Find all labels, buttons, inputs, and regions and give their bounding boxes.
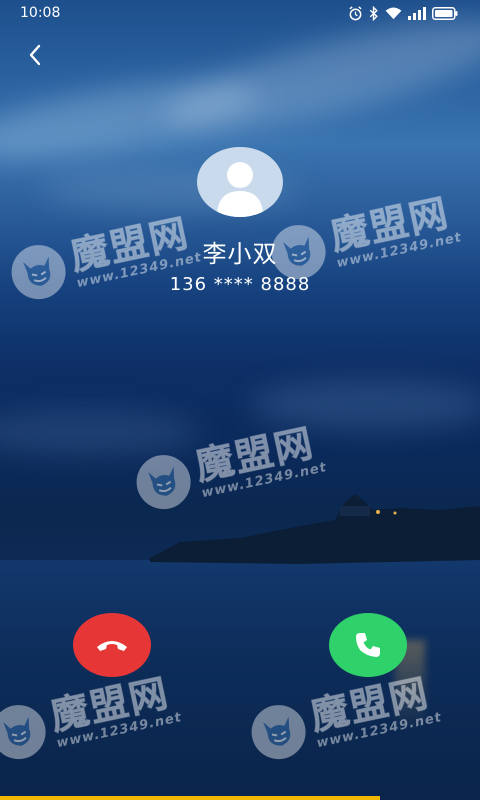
incoming-call-screen: 魔盟网 www.12349.net 魔盟网 www.12349.net 魔盟网 … xyxy=(0,0,480,800)
back-button[interactable] xyxy=(20,40,50,70)
signal-icon xyxy=(408,7,426,20)
battery-icon xyxy=(432,7,458,20)
background-cloud xyxy=(250,380,480,430)
background-cloud xyxy=(0,410,200,455)
answer-call-button[interactable] xyxy=(329,613,407,677)
decline-call-button[interactable] xyxy=(73,613,151,677)
status-time: 10:08 xyxy=(20,5,61,21)
background-coastline xyxy=(150,494,480,564)
caller-name: 李小双 xyxy=(202,240,278,268)
caller-number: 136 **** 8888 xyxy=(169,274,311,295)
status-icons xyxy=(348,6,458,21)
person-silhouette-icon xyxy=(217,162,263,217)
phone-hangup-icon xyxy=(97,641,127,651)
chevron-left-icon xyxy=(29,44,41,66)
watermark-title: 魔盟网 xyxy=(191,419,319,489)
phone-icon xyxy=(356,633,380,657)
wifi-icon xyxy=(385,7,402,20)
status-bar: 10:08 xyxy=(0,0,480,28)
bluetooth-icon xyxy=(369,6,378,21)
bottom-progress-bar xyxy=(0,796,380,800)
alarm-icon xyxy=(349,6,362,21)
caller-avatar xyxy=(197,147,283,217)
